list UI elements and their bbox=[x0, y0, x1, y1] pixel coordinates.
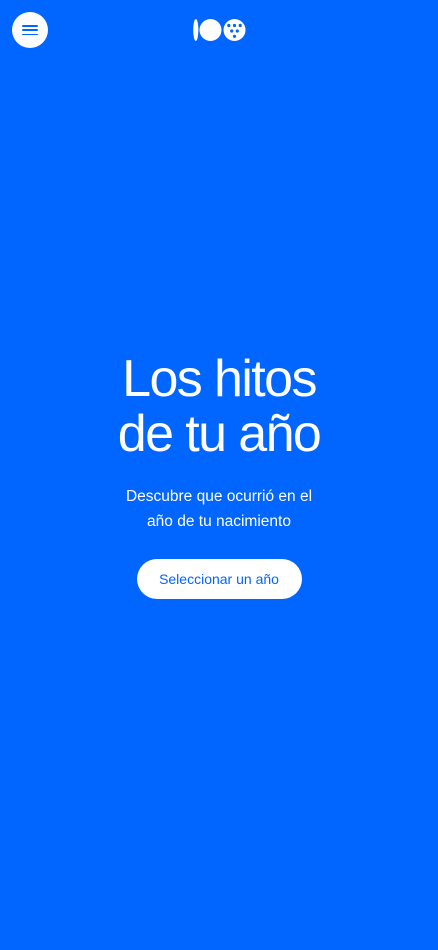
page-title-line-2: de tu año bbox=[117, 405, 322, 463]
brand-logo-icon bbox=[193, 19, 246, 41]
page-subtitle-line-1: Descubre que ocurrió en el bbox=[125, 488, 313, 505]
page-subtitle: Descubre que ocurrió en el año de tu nac… bbox=[109, 484, 329, 534]
page-title: Los hitos de tu año bbox=[0, 352, 438, 462]
menu-button[interactable] bbox=[12, 12, 48, 48]
hamburger-menu-icon bbox=[22, 25, 38, 35]
hero-section: Los hitos de tu año Descubre que ocurrió… bbox=[0, 352, 438, 599]
select-year-button[interactable]: Seleccionar un año bbox=[136, 559, 302, 599]
page-subtitle-line-2: año de tu nacimiento bbox=[147, 513, 291, 530]
page-title-line-1: Los hitos bbox=[122, 350, 317, 408]
landing-page: Los hitos de tu año Descubre que ocurrió… bbox=[0, 0, 438, 950]
